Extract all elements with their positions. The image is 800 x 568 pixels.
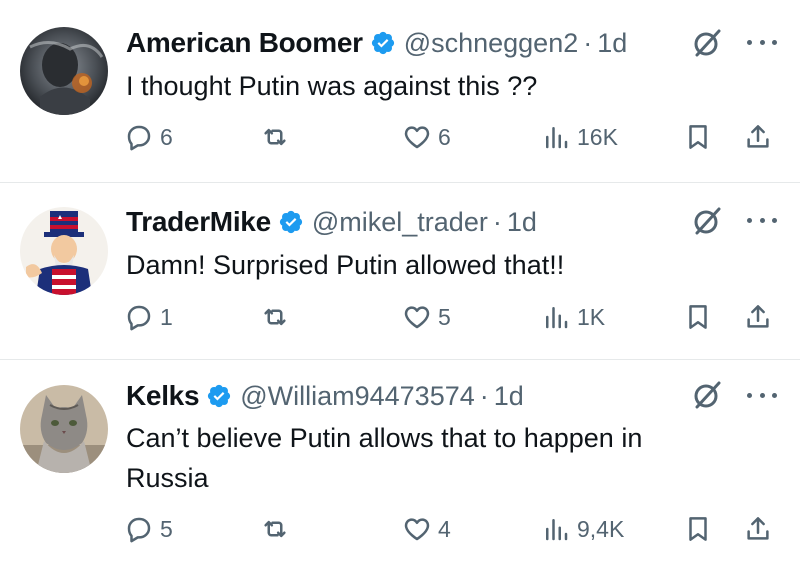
share-button[interactable] — [743, 509, 773, 549]
bookmark-button[interactable] — [683, 117, 713, 157]
user-handle[interactable]: @mikel_trader — [312, 207, 488, 238]
reply-icon — [127, 125, 151, 151]
bookmark-icon — [689, 517, 707, 541]
separator: · — [479, 380, 489, 411]
bookmark-icon — [689, 125, 707, 149]
user-handle[interactable]: @William94473574 — [240, 381, 475, 412]
like-button[interactable]: 5 — [402, 297, 451, 337]
user-handle[interactable]: @schneggen2 — [404, 28, 579, 59]
tweet[interactable]: TraderMike @mikel_trader · 1d Damn! Surp… — [0, 183, 800, 360]
avatar[interactable] — [20, 207, 108, 295]
retweet-icon — [264, 308, 286, 326]
verified-badge-icon — [206, 383, 232, 409]
share-icon — [747, 517, 769, 540]
more-icon[interactable] — [747, 390, 777, 400]
share-icon — [747, 305, 769, 328]
separator: · — [492, 206, 502, 237]
reply-icon — [127, 517, 151, 543]
reply-count: 1 — [160, 303, 173, 330]
reply-icon — [127, 305, 151, 331]
retweet-icon — [264, 520, 286, 538]
verified-badge-icon — [278, 209, 304, 235]
grok-icon[interactable] — [691, 205, 723, 237]
display-name[interactable]: TraderMike — [126, 206, 271, 238]
retweet-button[interactable] — [260, 297, 290, 337]
tweet-header: Kelks @William94473574 · 1d — [126, 377, 524, 415]
share-button[interactable] — [743, 297, 773, 337]
tweet[interactable]: American Boomer @schneggen2 · 1d I thoug… — [0, 0, 800, 183]
like-icon — [404, 518, 430, 541]
action-bar: 1 5 1K — [0, 297, 800, 337]
views-button[interactable]: 1K — [541, 297, 605, 337]
action-bar: 6 6 16K — [0, 117, 800, 157]
timestamp[interactable]: 1d — [597, 28, 627, 59]
tweet-text: I thought Putin was against this ?? — [126, 71, 538, 101]
views-icon — [546, 307, 568, 329]
more-icon[interactable] — [747, 37, 777, 47]
view-count: 16K — [577, 123, 618, 150]
like-count: 5 — [438, 303, 451, 330]
reply-button[interactable]: 1 — [124, 297, 173, 337]
reply-button[interactable]: 5 — [124, 509, 173, 549]
share-button[interactable] — [743, 117, 773, 157]
view-count: 9,4K — [577, 515, 625, 542]
timestamp[interactable]: 1d — [507, 207, 537, 238]
like-icon — [404, 126, 430, 149]
more-icon[interactable] — [747, 215, 777, 225]
grok-icon[interactable] — [691, 27, 723, 59]
tweet-header: TraderMike @mikel_trader · 1d — [126, 203, 537, 241]
reply-button[interactable]: 6 — [124, 117, 173, 157]
display-name[interactable]: American Boomer — [126, 27, 363, 59]
view-count: 1K — [577, 303, 606, 330]
action-bar: 5 4 9,4K — [0, 509, 800, 549]
grok-icon[interactable] — [691, 379, 723, 411]
bookmark-button[interactable] — [683, 509, 713, 549]
tweet[interactable]: Kelks @William94473574 · 1d Can’t believ… — [0, 360, 800, 568]
retweet-button[interactable] — [260, 509, 290, 549]
views-button[interactable]: 9,4K — [541, 509, 624, 549]
like-button[interactable]: 6 — [402, 117, 451, 157]
share-icon — [747, 125, 769, 148]
retweet-button[interactable] — [260, 117, 290, 157]
separator: · — [583, 27, 593, 58]
views-icon — [546, 127, 568, 149]
timestamp[interactable]: 1d — [494, 381, 524, 412]
tweet-text: Can’t believe Putin allows that to happe… — [126, 423, 643, 493]
bookmark-button[interactable] — [683, 297, 713, 337]
avatar[interactable] — [20, 385, 108, 473]
views-icon — [546, 519, 568, 541]
display-name[interactable]: Kelks — [126, 380, 200, 412]
reply-count: 6 — [160, 123, 173, 150]
bookmark-icon — [689, 305, 707, 329]
views-button[interactable]: 16K — [541, 117, 618, 157]
avatar[interactable] — [20, 27, 108, 115]
verified-badge-icon — [370, 30, 396, 56]
retweet-icon — [264, 128, 286, 146]
like-icon — [404, 306, 430, 329]
like-count: 4 — [438, 515, 451, 542]
tweet-text: Damn! Surprised Putin allowed that!! — [126, 250, 565, 280]
like-button[interactable]: 4 — [402, 509, 451, 549]
tweet-header: American Boomer @schneggen2 · 1d — [126, 24, 627, 62]
like-count: 6 — [438, 123, 451, 150]
reply-count: 5 — [160, 515, 173, 542]
